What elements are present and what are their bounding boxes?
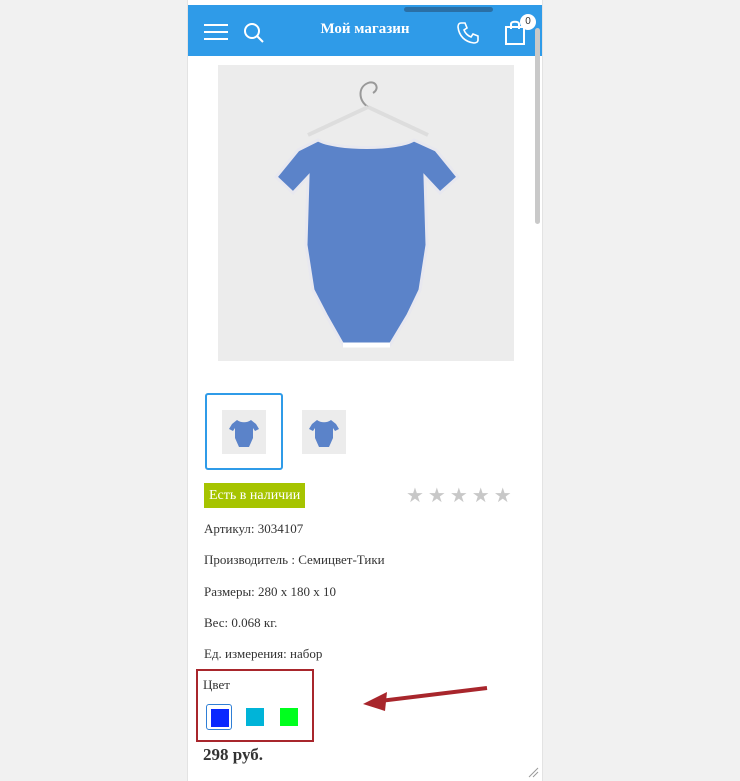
rating-stars[interactable]: ★★★★★	[406, 483, 516, 507]
window-drag-bar[interactable]	[404, 7, 493, 12]
thumbnail-1[interactable]	[205, 393, 283, 470]
color-label: Цвет	[203, 677, 230, 692]
spec-unit: Ед. измерения: набор	[204, 646, 323, 661]
color-swatch-blue[interactable]	[206, 704, 232, 730]
product-main-image[interactable]	[218, 65, 514, 361]
app-header: Мой магазин 0	[188, 5, 542, 56]
phone-icon[interactable]	[456, 21, 480, 45]
shop-title[interactable]: Мой магазин	[188, 21, 542, 38]
mobile-frame: Мой магазин 0 Есть в наличии ★★★★★ Артик…	[187, 0, 543, 781]
swatch-fill-green	[280, 708, 298, 726]
color-swatch-green[interactable]	[276, 704, 302, 730]
cart-badge: 0	[520, 14, 536, 30]
swatch-fill-blue	[211, 709, 229, 727]
color-swatch-cyan[interactable]	[242, 704, 268, 730]
resize-handle-icon[interactable]	[527, 766, 539, 778]
swatch-fill-cyan	[246, 708, 264, 726]
annotation-arrow-icon	[363, 686, 488, 711]
spec-manufacturer: Производитель : Семицвет-Тики	[204, 552, 385, 567]
spec-dimensions: Размеры: 280 x 180 x 10	[204, 584, 337, 599]
product-price: 298 руб.	[203, 745, 264, 764]
scrollbar[interactable]	[535, 28, 540, 224]
thumbnail-2[interactable]	[285, 393, 363, 470]
bodysuit-image	[273, 81, 461, 348]
spec-sku: Артикул: 3034107	[204, 521, 304, 536]
in-stock-badge: Есть в наличии	[204, 483, 306, 508]
spec-weight: Вес: 0.068 кг.	[204, 615, 278, 630]
